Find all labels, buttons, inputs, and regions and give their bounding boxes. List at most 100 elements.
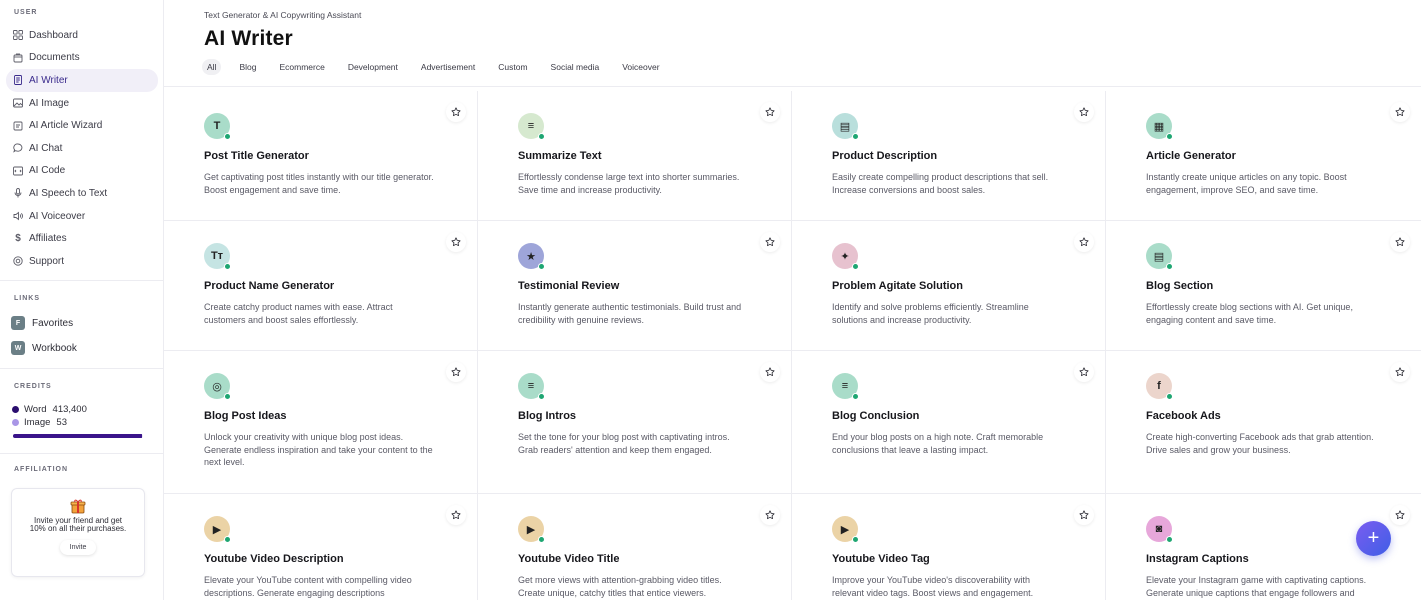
generator-card[interactable]: ▤ Product Description Easily create comp… <box>792 91 1106 221</box>
generator-card[interactable]: ✦ Problem Agitate Solution Identify and … <box>792 221 1106 351</box>
favorite-star-icon[interactable] <box>1074 232 1094 252</box>
generator-glyph-icon: ▤ <box>839 120 851 133</box>
tab-custom[interactable]: Custom <box>493 59 532 75</box>
generator-card[interactable]: ▶ Youtube Video Tag Improve your YouTube… <box>792 494 1106 600</box>
sidebar-item-label: AI Article Wizard <box>29 120 103 132</box>
generator-glyph-icon: ✦ <box>840 250 850 263</box>
favorite-star-icon[interactable] <box>1390 362 1410 382</box>
tab-all[interactable]: All <box>202 59 222 75</box>
generator-glyph-icon: ≡ <box>527 380 535 392</box>
favorite-star-icon[interactable] <box>1074 505 1094 525</box>
add-button[interactable]: + <box>1356 521 1391 556</box>
favorite-star-icon[interactable] <box>446 232 466 252</box>
generator-icon: ▤ <box>832 113 859 140</box>
sidebar-item-ai-writer[interactable]: AI Writer <box>6 69 158 92</box>
generator-card[interactable]: ◎ Blog Post Ideas Unlock your creativity… <box>164 351 478 494</box>
generator-glyph-icon: f <box>1157 380 1161 392</box>
favorite-star-icon[interactable] <box>760 232 780 252</box>
credits-section-title: CREDITS <box>14 383 52 390</box>
credit-word: Word 413,400 <box>12 404 87 415</box>
sidebar: USER Dashboard Documents AI Writer AI Im… <box>0 0 164 600</box>
breadcrumb: Text Generator & AI Copywriting Assistan… <box>204 10 362 20</box>
generator-description: Easily create compelling product descrip… <box>832 172 1049 195</box>
generator-card[interactable]: f Facebook Ads Create high-converting Fa… <box>1106 351 1421 494</box>
tab-advertisement[interactable]: Advertisement <box>416 59 480 75</box>
favorite-star-icon[interactable] <box>1074 102 1094 122</box>
chat-icon <box>13 143 23 153</box>
generator-card[interactable]: ▤ Blog Section Effortlessly create blog … <box>1106 221 1421 351</box>
sidebar-item-ai-image[interactable]: AI Image <box>6 92 158 115</box>
favorite-star-icon[interactable] <box>1390 232 1410 252</box>
generator-card[interactable]: Tт Product Name Generator Create catchy … <box>164 221 478 351</box>
generator-description: Set the tone for your blog post with cap… <box>518 432 730 455</box>
generator-card[interactable]: ▶ Youtube Video Title Get more views wit… <box>478 494 792 600</box>
generator-description: Effortlessly condense large text into sh… <box>518 172 740 195</box>
status-dot <box>224 393 231 400</box>
sidebar-item-label: Support <box>29 255 65 267</box>
sidebar-item-label: AI Image <box>29 97 70 109</box>
generator-card[interactable]: ▶ Youtube Video Description Elevate your… <box>164 494 478 600</box>
favorite-star-icon[interactable] <box>1390 102 1410 122</box>
link-favorites[interactable]: F Favorites <box>11 316 73 330</box>
sidebar-item-support[interactable]: Support <box>6 250 158 273</box>
tab-ecommerce[interactable]: Ecommerce <box>274 59 329 75</box>
document-icon <box>13 53 23 63</box>
link-workbook[interactable]: W Workbook <box>11 341 77 355</box>
generator-card[interactable]: T Post Title Generator Get captivating p… <box>164 91 478 221</box>
generator-icon: Tт <box>204 243 231 270</box>
generator-description: Elevate your Instagram game with captiva… <box>1146 575 1367 598</box>
tab-blog[interactable]: Blog <box>234 59 261 75</box>
favorite-star-icon[interactable] <box>1390 505 1410 525</box>
generator-title: Blog Intros <box>518 410 577 422</box>
favorite-star-icon[interactable] <box>446 505 466 525</box>
generator-card[interactable]: ★ Testimonial Review Instantly generate … <box>478 221 792 351</box>
credits-progress-bar <box>13 434 143 438</box>
status-dot <box>538 133 545 140</box>
generator-description: Identify and solve problems efficiently.… <box>832 302 1029 325</box>
sidebar-item-documents[interactable]: Documents <box>6 47 158 70</box>
sidebar-item-label: AI Voiceover <box>29 210 86 222</box>
category-tabs: All Blog Ecommerce Development Advertise… <box>202 59 678 75</box>
favorite-star-icon[interactable] <box>1074 362 1094 382</box>
generator-card[interactable]: ≡ Blog Intros Set the tone for your blog… <box>478 351 792 494</box>
tab-social-media[interactable]: Social media <box>546 59 605 75</box>
sidebar-divider <box>0 453 163 454</box>
microphone-icon <box>13 188 23 198</box>
sidebar-item-dashboard[interactable]: Dashboard <box>6 24 158 47</box>
generator-icon: ≡ <box>518 113 545 140</box>
generator-description: Get more views with attention-grabbing v… <box>518 575 722 598</box>
generator-card[interactable]: ≡ Blog Conclusion End your blog posts on… <box>792 351 1106 494</box>
favorite-star-icon[interactable] <box>760 505 780 525</box>
invite-button[interactable]: Invite <box>59 540 97 555</box>
generator-description: Create high-converting Facebook ads that… <box>1146 432 1374 455</box>
tab-voiceover[interactable]: Voiceover <box>617 59 664 75</box>
sidebar-item-ai-article-wizard[interactable]: AI Article Wizard <box>6 114 158 137</box>
sidebar-item-label: Affiliates <box>29 233 67 245</box>
generator-title: Summarize Text <box>518 150 602 162</box>
favorites-badge: F <box>11 316 25 330</box>
sidebar-item-ai-speech-to-text[interactable]: AI Speech to Text <box>6 182 158 205</box>
sidebar-item-ai-voiceover[interactable]: AI Voiceover <box>6 205 158 228</box>
favorite-star-icon[interactable] <box>446 102 466 122</box>
generator-description: Instantly generate authentic testimonial… <box>518 302 742 325</box>
credits-progress-fill <box>13 434 142 438</box>
tab-development[interactable]: Development <box>343 59 403 75</box>
sidebar-item-affiliates[interactable]: $ Affiliates <box>6 227 158 250</box>
sidebar-item-ai-chat[interactable]: AI Chat <box>6 137 158 160</box>
sidebar-item-label: AI Writer <box>29 74 68 86</box>
favorite-star-icon[interactable] <box>760 102 780 122</box>
generator-card[interactable]: ▦ Article Generator Instantly create uni… <box>1106 91 1421 221</box>
sidebar-item-ai-code[interactable]: AI Code <box>6 160 158 183</box>
image-icon <box>13 98 23 108</box>
favorite-star-icon[interactable] <box>760 362 780 382</box>
status-dot <box>224 263 231 270</box>
generator-card[interactable]: ≡ Summarize Text Effortlessly condense l… <box>478 91 792 221</box>
gift-icon <box>12 498 144 514</box>
generator-glyph-icon: ◎ <box>212 380 222 393</box>
status-dot <box>1166 263 1173 270</box>
credit-label: Word <box>24 404 47 415</box>
credit-value: 53 <box>56 417 67 428</box>
generator-description: Improve your YouTube video's discoverabi… <box>832 575 1034 598</box>
favorite-star-icon[interactable] <box>446 362 466 382</box>
generator-icon: ◙ <box>1146 516 1173 543</box>
